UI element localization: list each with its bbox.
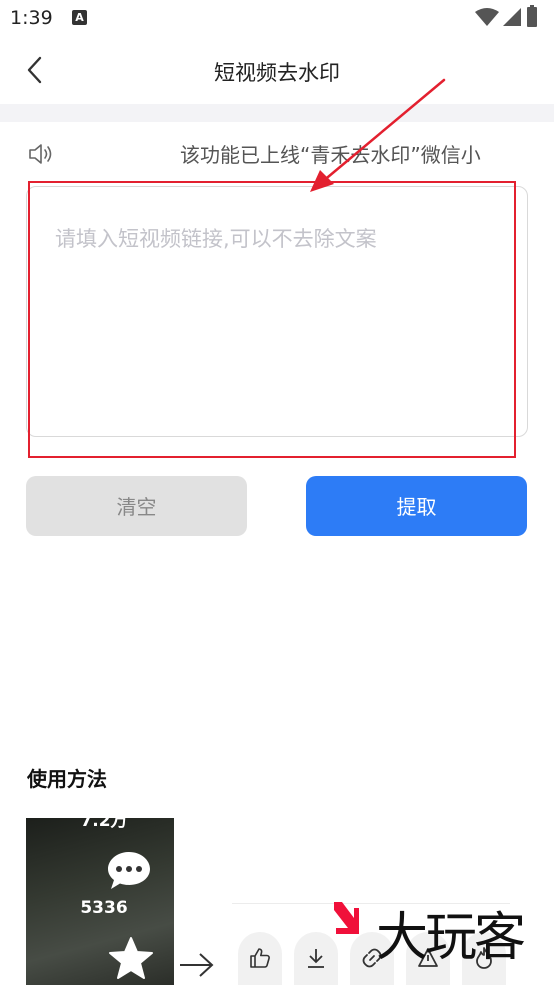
- tutorial-screenshot: 7.2万 5336: [26, 818, 174, 985]
- watermark: 大玩客: [376, 908, 526, 968]
- notification-app-icon: A: [72, 10, 87, 25]
- notice-marquee: 该功能已上线“青禾去水印”微信小: [180, 141, 530, 169]
- clear-button[interactable]: 清空: [26, 476, 247, 536]
- battery-icon: [527, 5, 537, 27]
- divider: [232, 903, 510, 904]
- signal-icon: [503, 8, 521, 26]
- video-link-input[interactable]: [26, 186, 528, 437]
- download-action: [294, 932, 338, 985]
- notice-text: 该功能已上线“青禾去水印”微信小: [180, 143, 481, 167]
- red-pointer-icon: [334, 902, 359, 934]
- wifi-icon: [475, 8, 499, 26]
- page-title: 短视频去水印: [214, 61, 340, 85]
- thumb-up-icon: [250, 948, 270, 968]
- status-time: 1:39: [10, 7, 53, 29]
- annotation-arrow-icon: [310, 78, 446, 192]
- star-icon: [109, 937, 153, 979]
- arrow-right-icon: [180, 953, 214, 977]
- view-count: 7.2万: [80, 818, 128, 831]
- header-divider: [0, 104, 554, 122]
- download-icon: [308, 949, 324, 968]
- comment-icon: [108, 852, 150, 889]
- extract-button[interactable]: 提取: [306, 476, 527, 536]
- speaker-icon: [29, 144, 52, 164]
- like-action: [238, 932, 282, 985]
- comment-count: 5336: [80, 898, 128, 918]
- usage-heading: 使用方法: [27, 767, 107, 791]
